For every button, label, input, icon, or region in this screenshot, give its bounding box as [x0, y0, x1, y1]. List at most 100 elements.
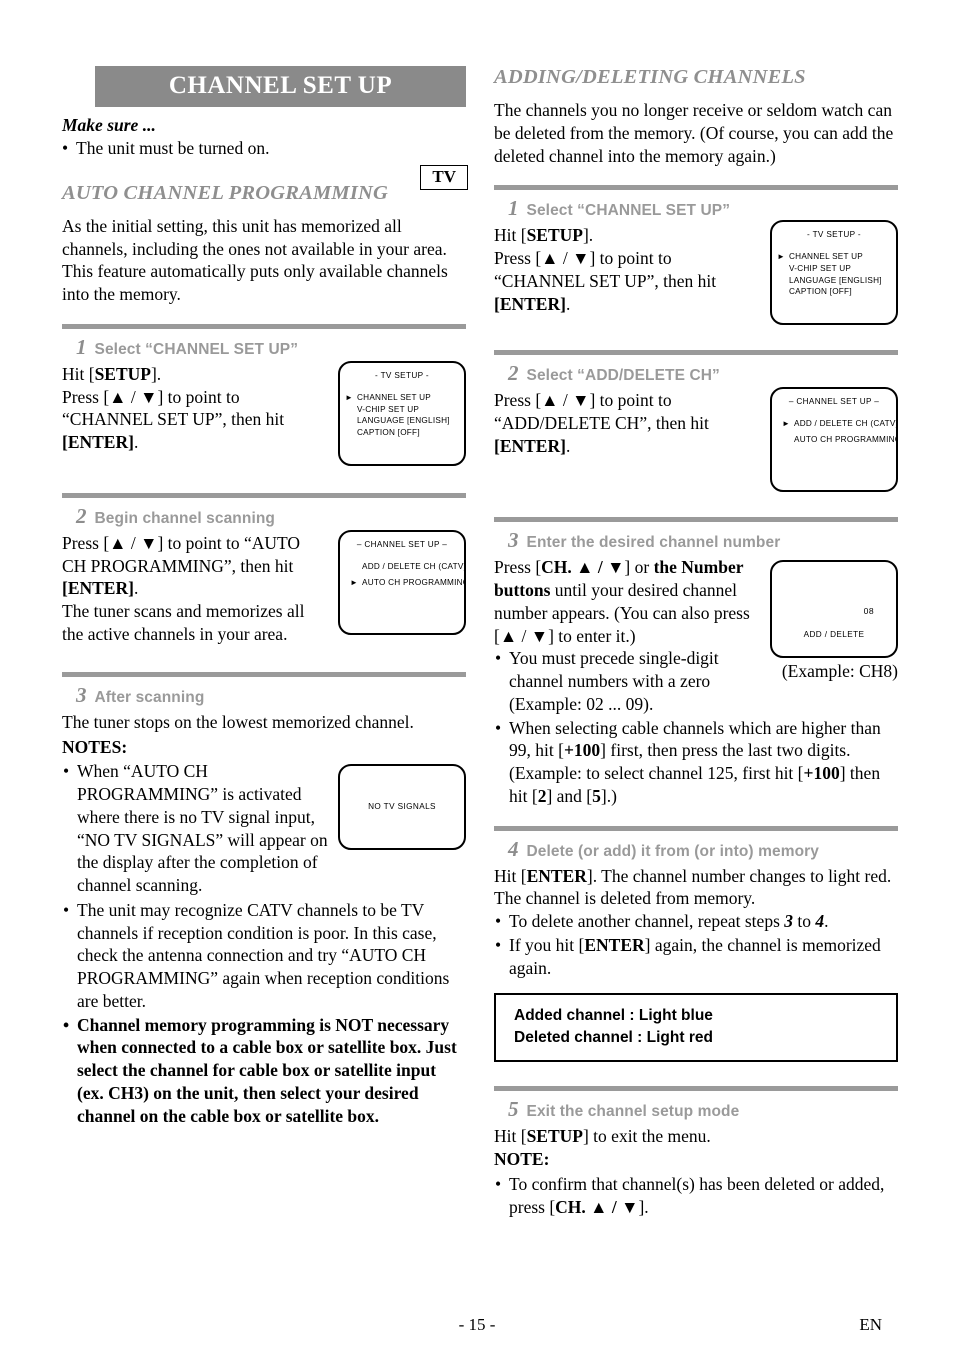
step-separator [62, 323, 466, 329]
step-body-right-5: Hit [SETUP] to exit the menu. NOTE: To c… [494, 1125, 898, 1218]
added-channel-legend: Added channel : Light blue [514, 1007, 713, 1025]
make-sure-block: Make sure ... The unit must be turned on… [62, 115, 468, 190]
notes-list-continued: When selecting cable channels which are … [494, 717, 898, 808]
step-header-right-2: 2 Select “ADD/DELETE CH” [508, 361, 898, 386]
right-column: ADDING/DELETING CHANNELS The channels yo… [494, 66, 898, 1219]
tv-menu-item: ► CHANNEL SET UP [345, 392, 464, 404]
step-number: 2 [76, 503, 87, 528]
note-item: To confirm that channel(s) has been dele… [494, 1173, 898, 1219]
cursor-arrow-icon: ► [782, 419, 791, 429]
step-text: Hit [SETUP] to exit the menu. [494, 1126, 711, 1147]
tv-screen-wrap: – CHANNEL SET UP – ADD / DELETE CH (CATV… [338, 529, 466, 635]
tv-menu-list: ► CHANNEL SET UP V-CHIP SET UP LANGUAGE … [340, 392, 464, 439]
step-text: Hit [SETUP]. Press [▲ / ▼] to point to “… [62, 363, 285, 453]
tv-menu-item-label: LANGUAGE [ENGLISH] [789, 275, 882, 285]
note-item: When “AUTO CH PROGRAMMING” is activated … [62, 760, 339, 897]
language-code: EN [859, 1315, 882, 1334]
tv-menu-item: CAPTION [OFF] [789, 286, 896, 298]
make-sure-bullet: The unit must be turned on. [62, 137, 466, 160]
notes-list-continued: The unit may recognize CATV channels to … [62, 899, 466, 1128]
tv-screen-wrap: 08 ADD / DELETE (Example: CH8) [770, 560, 898, 682]
tv-screen-wrap: - TV SETUP - ► CHANNEL SET UP V-CHIP SET… [338, 360, 466, 466]
tv-menu-item-label: V-CHIP SET UP [357, 404, 420, 414]
step-header-right-5: 5 Exit the channel setup mode [508, 1097, 898, 1122]
tv-menu-item: ► ADD / DELETE CH (CATV) [782, 418, 898, 430]
note-item: If you hit [ENTER] again, the channel is… [494, 934, 898, 980]
step-separator [494, 1086, 898, 1092]
tv-menu-item-label: AUTO CH PROGRAMMING [794, 434, 898, 444]
note-item: When selecting cable channels which are … [494, 717, 898, 808]
step-number: 1 [76, 334, 87, 359]
tv-menu-item-label: CAPTION [OFF] [789, 287, 852, 297]
step-number: 3 [508, 528, 519, 553]
left-column: CHANNEL SET UP Make sure ... The unit mu… [62, 66, 468, 1128]
step-text: Press [▲ / ▼] to point to “AUTO CH PROGR… [62, 532, 305, 644]
tv-menu-item-label: CAPTION [OFF] [357, 427, 420, 437]
step-separator [62, 492, 466, 498]
notes-list: To delete another channel, repeat steps … [494, 910, 898, 979]
screen-caption: (Example: CH8) [781, 661, 898, 682]
step-header-right-1: 1 Select “CHANNEL SET UP” [508, 196, 898, 221]
step-number: 4 [508, 836, 519, 861]
step-title: Enter the desired channel number [526, 534, 781, 552]
step-text: Hit [SETUP]. Press [▲ / ▼] to point to “… [494, 225, 717, 314]
adding-deleting-channels-heading: ADDING/DELETING CHANNELS [494, 66, 806, 88]
tv-menu-item: V-CHIP SET UP [357, 404, 464, 416]
cursor-arrow-icon: ► [350, 577, 359, 587]
tv-menu-item-label: CHANNEL SET UP [357, 392, 432, 402]
step-title: Select “CHANNEL SET UP” [526, 202, 731, 220]
tv-screen-title: - TV SETUP - [375, 370, 429, 380]
tv-menu-list: ► CHANNEL SET UP V-CHIP SET UP LANGUAGE … [772, 251, 896, 298]
tv-menu-item: ► AUTO CH PROGRAMMING [350, 577, 464, 589]
page-title-banner: CHANNEL SET UP [95, 66, 466, 107]
step-text: The tuner stops on the lowest memorized … [62, 711, 414, 732]
tv-menu-item: V-CHIP SET UP [789, 263, 896, 275]
note-item: The unit may recognize CATV channels to … [62, 899, 466, 1013]
step-number: 5 [508, 1097, 519, 1122]
step-header-left-2: 2 Begin channel scanning [76, 504, 466, 529]
tv-screen-channel-setup-menu: – CHANNEL SET UP – ► ADD / DELETE CH (CA… [770, 387, 898, 493]
step-number: 2 [508, 361, 519, 386]
step-header-left-3: 3 After scanning [76, 683, 466, 708]
tv-screen-wrap: NO TV SIGNALS [338, 764, 466, 851]
step-title: Select “ADD/DELETE CH” [526, 367, 720, 385]
step-body-right-1: Hit [SETUP]. Press [▲ / ▼] to point to “… [494, 220, 898, 332]
step-number: 3 [76, 682, 87, 707]
step-body-right-3: 08 ADD / DELETE (Example: CH8) Press [CH… [494, 556, 898, 807]
tv-screen-title: – CHANNEL SET UP – [788, 397, 880, 407]
step-separator [494, 350, 898, 356]
tv-screen-title: – CHANNEL SET UP – [356, 539, 448, 549]
tv-menu-item-label: ADD / DELETE CH (CATV) [362, 561, 466, 571]
step-separator [62, 671, 466, 677]
note-item: Channel memory programming is NOT necess… [62, 1014, 466, 1128]
tv-menu-item: CAPTION [OFF] [357, 427, 464, 439]
tv-menu-item-label: ADD / DELETE CH (CATV) [794, 419, 898, 429]
step-header-right-4: 4 Delete (or add) it from (or into) memo… [508, 837, 898, 862]
tv-screen-add-delete: 08 ADD / DELETE [770, 560, 898, 659]
step-separator [494, 517, 898, 523]
notes-list: To confirm that channel(s) has been dele… [494, 1173, 898, 1219]
tv-menu-item-label: CHANNEL SET UP [789, 252, 864, 262]
adding-deleting-channels-intro: The channels you no longer receive or se… [494, 100, 894, 166]
tv-screen-setup-menu: - TV SETUP - ► CHANNEL SET UP V-CHIP SET… [770, 220, 898, 326]
auto-channel-programming-heading: AUTO CHANNEL PROGRAMMING [62, 181, 389, 204]
tv-mode-badge: TV [420, 165, 468, 190]
step-body-right-2: Press [▲ / ▼] to point to “ADD/DELETE CH… [494, 387, 898, 499]
tv-menu-item-label: V-CHIP SET UP [789, 263, 852, 273]
tv-menu-item: ADD / DELETE CH (CATV) [362, 561, 464, 573]
cursor-arrow-icon: ► [777, 252, 786, 262]
notes-label: NOTES: [62, 736, 128, 757]
step-title: Begin channel scanning [94, 509, 275, 527]
step-title: Exit the channel setup mode [526, 1103, 740, 1121]
cursor-arrow-icon: ► [345, 392, 354, 402]
tv-screen-title: - TV SETUP - [807, 230, 861, 240]
tv-screen-message: NO TV SIGNALS [368, 802, 436, 812]
make-sure-label: Make sure ... [62, 115, 156, 135]
tv-menu-item-label: LANGUAGE [ENGLISH] [357, 416, 450, 426]
tv-screen-mode-label: ADD / DELETE [803, 630, 865, 640]
tv-screen-wrap: – CHANNEL SET UP – ► ADD / DELETE CH (CA… [770, 387, 898, 493]
page-number: - 15 - [458, 1315, 496, 1334]
step-separator [494, 825, 898, 831]
tv-screen-channel-number: 08 [863, 606, 874, 617]
tv-menu-item: ► CHANNEL SET UP [777, 251, 896, 263]
